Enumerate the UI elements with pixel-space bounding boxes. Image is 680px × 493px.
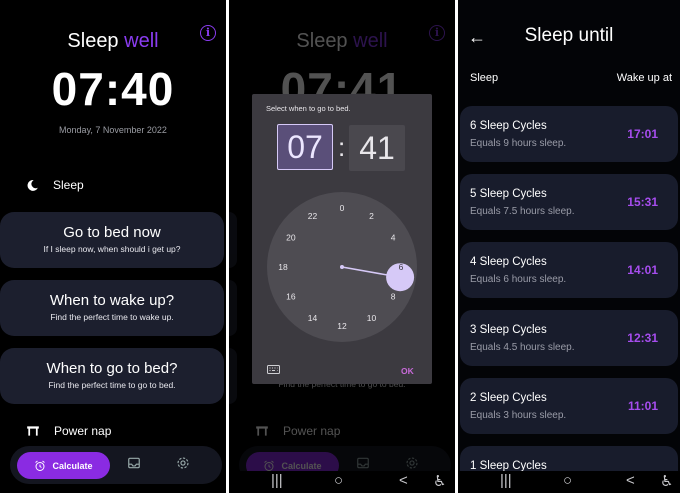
go-to-bed-now-card[interactable]: Go to bed now If I sleep now, when shoul… [0,212,224,268]
home-button[interactable]: ○ [563,472,572,489]
clock-number[interactable]: 20 [286,233,296,243]
keyboard-icon[interactable] [267,365,280,374]
page-title: Sleep until [524,25,614,46]
app-title: Sleep well [296,30,388,52]
wake-time: 11:01 [627,399,658,413]
when-to-wake-up-card[interactable]: When to wake up? Find the perfect time t… [0,280,224,336]
wake-time: 14:01 [627,263,658,277]
clock-number[interactable]: 2 [369,211,374,221]
power-nap-section-header: Power nap [255,424,340,438]
time-picker-dialog: Select when to go to bed. 07 : 41 0 2 4 6 8 1… [252,94,432,384]
power-nap-icon [256,426,268,436]
bottom-navigation: Calculate [10,446,222,484]
back-button[interactable]: < [399,472,408,489]
ok-button[interactable]: OK [401,366,414,376]
current-time: 07:40 [51,63,175,115]
home-button[interactable]: ○ [334,472,343,489]
calculate-tab[interactable]: Calculate [17,452,110,479]
app-title: Sleep well [67,30,159,52]
alarm-icon [264,460,275,471]
card-edge [229,280,237,336]
minute-field[interactable]: 41 [349,125,405,171]
recents-button[interactable]: ||| [500,472,512,489]
clock-number[interactable]: 4 [391,233,396,243]
inbox-icon [357,457,369,469]
power-nap-section-header: Power nap [26,424,111,438]
column-header-wake: Wake up at [616,72,672,84]
card-edge [229,212,237,268]
info-icon[interactable]: i [200,25,216,41]
wake-time: 17:01 [627,127,658,141]
accessibility-button[interactable]: ♿ [660,472,673,490]
wake-time: 15:31 [627,195,658,209]
info-icon: i [429,25,445,41]
moon-icon [27,179,38,191]
clock-number[interactable]: 10 [367,313,377,323]
cycle-card[interactable]: 3 Sleep Cycles Equals 4.5 hours sleep. 1… [460,310,678,366]
clock-center [340,265,344,269]
dialog-title: Select when to go to bed. [266,104,351,113]
system-navigation-bar: ||| ○ < ♿ [458,471,680,493]
time-separator: : [338,132,346,162]
when-to-go-to-bed-card[interactable]: When to go to bed? Find the perfect time… [0,348,224,404]
column-header-sleep: Sleep [470,72,499,84]
gear-icon [406,457,418,469]
clock-number[interactable]: 6 [399,262,404,272]
clock-number[interactable]: 22 [308,211,318,221]
current-date: Monday, 7 November 2022 [59,125,167,135]
power-nap-icon [27,426,39,436]
card-edge [229,348,237,404]
clock-number[interactable]: 8 [391,292,396,302]
clock-number[interactable]: 18 [278,262,288,272]
gear-icon[interactable] [176,456,190,470]
cycle-card[interactable]: 5 Sleep Cycles Equals 7.5 hours sleep. 1… [460,174,678,230]
clock-number[interactable]: 12 [337,321,347,331]
clock-number[interactable]: 14 [308,313,318,323]
system-navigation-bar: ||| ○ < ♿ [229,471,455,493]
hour-field[interactable]: 07 [277,124,333,170]
cycle-card[interactable]: 4 Sleep Cycles Equals 6 hours sleep. 14:… [460,242,678,298]
inbox-icon[interactable] [127,456,141,470]
alarm-icon [35,460,46,471]
cycle-card[interactable]: 6 Sleep Cycles Equals 9 hours sleep. 17:… [460,106,678,162]
home-screen: Sleep well i 07:40 Monday, 7 November 20… [0,0,226,493]
time-picker-screen: Sleep well i 07:41 Find the perfect time… [229,0,455,493]
sleep-until-screen: ← Sleep until Sleep Wake up at 6 Sleep C… [458,0,680,493]
accessibility-button[interactable]: ♿ [433,472,446,490]
back-button[interactable]: < [626,472,635,489]
sleep-section-header: Sleep [26,178,84,192]
clock-number[interactable]: 16 [286,292,296,302]
clock-number[interactable]: 0 [340,203,345,213]
recents-button[interactable]: ||| [271,472,283,489]
cycle-card[interactable]: 2 Sleep Cycles Equals 3 hours sleep. 11:… [460,378,678,434]
wake-time: 12:31 [627,331,658,345]
clock-dial[interactable]: 0 2 4 6 8 10 12 14 16 18 20 22 [267,192,417,342]
